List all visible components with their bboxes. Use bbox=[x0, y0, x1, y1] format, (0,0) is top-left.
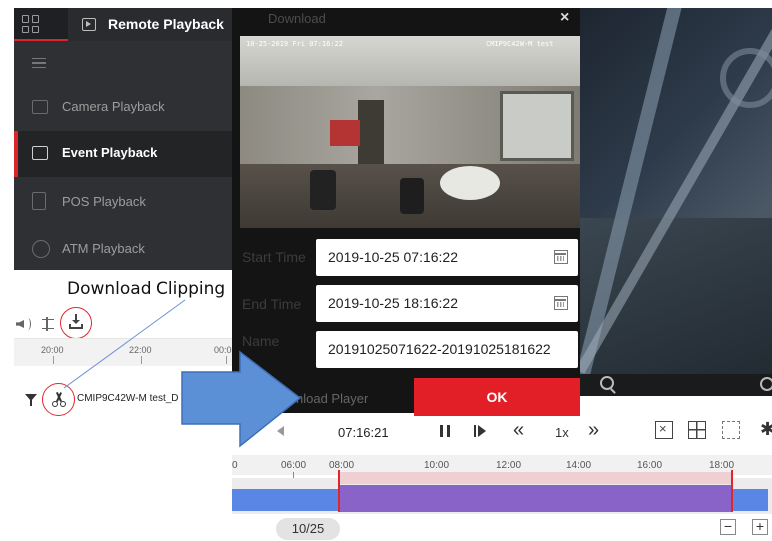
file-name-value: 20191025071622-20191025181622 bbox=[328, 341, 551, 357]
timeline-label: 06:00 bbox=[281, 460, 307, 471]
timeline-label: 08:00 bbox=[329, 460, 355, 471]
event-playback-icon bbox=[32, 146, 48, 160]
volume-waves-icon bbox=[25, 318, 31, 330]
mini-tick bbox=[226, 356, 227, 364]
calendar-icon[interactable] bbox=[554, 250, 568, 264]
end-time-value: 2019-10-25 18:16:22 bbox=[328, 295, 458, 311]
timeline-label: 14:00 bbox=[566, 460, 592, 471]
mini-tick-label: 00:0 bbox=[214, 345, 232, 355]
playback-time: 07:16:21 bbox=[338, 425, 389, 440]
pause-button[interactable] bbox=[440, 425, 450, 437]
video-feed[interactable] bbox=[580, 8, 772, 374]
tab-remote-playback[interactable]: Remote Playback bbox=[68, 8, 232, 41]
download-player-link[interactable]: Download Player bbox=[270, 391, 368, 406]
zoom-in-button[interactable]: + bbox=[752, 519, 768, 535]
mini-tick-label: 22:00 bbox=[129, 345, 152, 355]
screenshot-root: Remote Playback Camera Playback Event Pl… bbox=[0, 0, 772, 541]
hamburger-menu-icon[interactable] bbox=[32, 58, 46, 68]
mini-tick-label: 20:00 bbox=[41, 345, 64, 355]
sidebar-item-camera-playback[interactable]: Camera Playback bbox=[14, 85, 232, 131]
pos-icon bbox=[32, 192, 46, 210]
sidebar-item-atm-playback[interactable]: ATM Playback bbox=[14, 227, 232, 273]
start-time-field[interactable]: 2019-10-25 07:16:22 bbox=[316, 239, 578, 276]
previous-icon[interactable] bbox=[277, 426, 284, 436]
tab-label: Remote Playback bbox=[108, 16, 224, 32]
speed-label: 1x bbox=[555, 425, 569, 440]
zoom-in-icon[interactable] bbox=[600, 376, 614, 390]
start-time-label: Start Time bbox=[242, 249, 306, 265]
sidebar-item-label: POS Playback bbox=[62, 194, 146, 209]
sidebar-item-pos-playback[interactable]: POS Playback bbox=[14, 180, 232, 226]
download-icon[interactable] bbox=[69, 314, 83, 330]
end-time-label: End Time bbox=[242, 296, 302, 312]
start-time-value: 2019-10-25 07:16:22 bbox=[328, 249, 458, 265]
sidebar-item-event-playback[interactable]: Event Playback bbox=[14, 131, 232, 177]
name-label: Name bbox=[242, 333, 280, 349]
preview-timestamp: 10-25-2019 Fri 07:16:22 bbox=[246, 40, 343, 48]
date-pill[interactable]: 10/25 bbox=[276, 518, 340, 540]
clip-start-handle[interactable] bbox=[338, 470, 340, 512]
dialog-title: Download bbox=[268, 11, 326, 26]
window-layout-icon[interactable] bbox=[688, 421, 706, 439]
preview-camera-name: CMIP9C42W-M test bbox=[486, 40, 554, 48]
clipping-annotation-label: Clipping bbox=[156, 279, 226, 299]
calendar-icon[interactable] bbox=[554, 296, 568, 310]
fullscreen-icon[interactable] bbox=[722, 421, 740, 439]
atm-icon bbox=[32, 240, 50, 258]
sidebar-item-label: Event Playback bbox=[62, 145, 158, 160]
sidebar: Remote Playback Camera Playback Event Pl… bbox=[14, 8, 232, 270]
scissors-icon[interactable] bbox=[51, 392, 67, 408]
filter-icon[interactable] bbox=[25, 394, 37, 406]
ok-button[interactable]: OK bbox=[414, 378, 580, 416]
camera-playback-icon bbox=[32, 100, 48, 114]
timeline-label: 0 bbox=[232, 460, 238, 471]
video-preview: 10-25-2019 Fri 07:16:22 CMIP9C42W-M test bbox=[240, 36, 580, 228]
zoom-out-button[interactable]: − bbox=[720, 519, 736, 535]
sidebar-item-label: Camera Playback bbox=[62, 99, 165, 114]
stop-all-icon[interactable] bbox=[655, 421, 673, 439]
slow-down-button[interactable]: « bbox=[513, 419, 524, 442]
grid-menu-icon[interactable] bbox=[22, 15, 40, 33]
timeline-label: 16:00 bbox=[637, 460, 663, 471]
close-icon[interactable]: × bbox=[560, 9, 569, 27]
mini-tick bbox=[53, 356, 54, 364]
volume-icon[interactable] bbox=[16, 320, 24, 328]
end-time-field[interactable]: 2019-10-25 18:16:22 bbox=[316, 285, 578, 322]
adjust-icon[interactable] bbox=[42, 317, 54, 331]
sidebar-item-label: ATM Playback bbox=[62, 241, 145, 256]
playback-tab-icon bbox=[82, 18, 96, 31]
sidebar-header: Remote Playback bbox=[14, 8, 232, 41]
settings-icon[interactable]: ✱ bbox=[760, 419, 772, 440]
mini-toolbar bbox=[14, 312, 234, 336]
file-name-field[interactable]: 20191025071622-20191025181622 bbox=[316, 331, 578, 368]
clip-end-handle[interactable] bbox=[731, 470, 733, 512]
single-frame-icon[interactable] bbox=[474, 425, 486, 437]
timeline-label: 12:00 bbox=[496, 460, 522, 471]
camera-name[interactable]: CMIP9C42W-M test_D bbox=[77, 393, 187, 404]
speed-up-button[interactable]: » bbox=[588, 419, 599, 442]
mini-tick bbox=[141, 356, 142, 364]
clip-range[interactable] bbox=[339, 485, 732, 512]
capture-icon[interactable] bbox=[760, 377, 772, 391]
download-annotation-label: Download bbox=[67, 279, 152, 299]
timeline-label: 10:00 bbox=[424, 460, 450, 471]
